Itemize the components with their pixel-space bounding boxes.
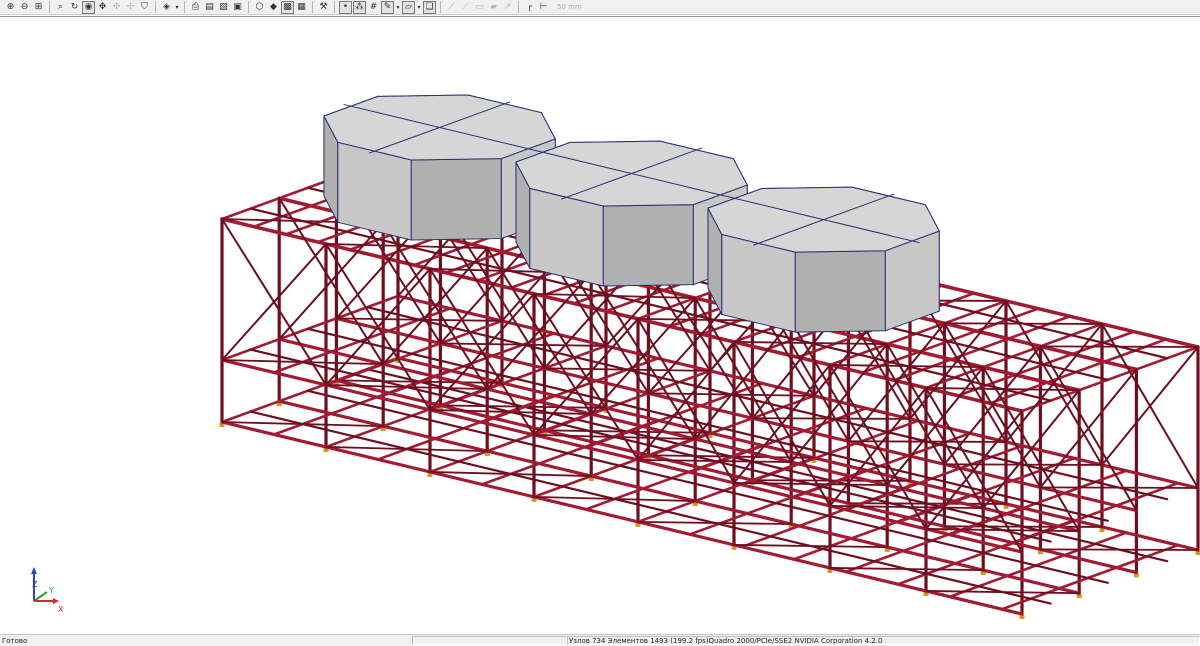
toolbar-separator	[155, 1, 156, 13]
toolbar-separator	[334, 1, 335, 13]
document-icon[interactable]: ▧	[217, 1, 230, 14]
grid-icon[interactable]: #	[367, 1, 380, 14]
corner-icon[interactable]: ┌	[523, 1, 536, 14]
nodes-icon[interactable]: ⁂	[353, 0, 366, 14]
zoom-window-icon[interactable]: ⊞	[32, 1, 45, 14]
toolbar-separator	[518, 1, 519, 13]
toolbar-separator	[312, 1, 313, 13]
cube-shaded-icon[interactable]: ▩	[281, 0, 294, 14]
dropdown-arrow-icon[interactable]: ▾	[416, 4, 422, 11]
toolbar: ⊕ ⊖ ⊞ ⌕ ↻ ◉ ✥ ✣ ✢ ⛉ ◈ ▾ ⎙ ▤ ▧ ▣ ⬡ ◆ ▩ ▦ ⚒ • ⁂ # ✎ ▾ ▱ ▾ ❏ ⟋ ⟋ ▭ ▰ ↗ ┌ ⊢ 50 m…	[0, 0, 1200, 15]
cube-icon[interactable]: ▦	[295, 1, 308, 14]
axis-triad: Z Y X	[31, 567, 64, 614]
status-model-info: Узлов 734 Элементов 1493 (199.2 fps)Quad…	[569, 637, 883, 645]
view-cube-icon[interactable]: ◈	[160, 1, 173, 14]
eraser-icon[interactable]: ▱	[402, 0, 415, 14]
axis-x-label: X	[58, 605, 64, 614]
toolbar-separator	[440, 1, 441, 13]
cooling-tank	[707, 186, 940, 333]
save-icon[interactable]: ▣	[231, 1, 244, 14]
select-nodes-icon[interactable]: ✣	[110, 1, 123, 14]
print-icon[interactable]: ⎙	[189, 1, 202, 14]
scale-label: 50 mm	[557, 3, 582, 11]
erase-disabled-icon[interactable]: ▰	[487, 1, 500, 14]
point-icon[interactable]: •	[339, 0, 352, 14]
zoom-all-icon[interactable]: ⌕	[54, 1, 67, 14]
structure-model[interactable]	[0, 17, 1200, 635]
3d-viewport[interactable]: Z Y X	[0, 16, 1200, 635]
wand-disabled-icon[interactable]: ⟋	[445, 1, 458, 14]
zoom-out-icon[interactable]: ⊖	[18, 1, 31, 14]
toolbar-separator	[248, 1, 249, 13]
magic-wand-icon[interactable]: ⚒	[317, 1, 330, 14]
arrow-disabled-icon[interactable]: ↗	[501, 1, 514, 14]
pencil-icon[interactable]: ✎	[381, 0, 394, 14]
pan-icon[interactable]: ✥	[96, 1, 109, 14]
status-ready-text: Готово	[2, 637, 28, 645]
toolbar-separator	[184, 1, 185, 13]
layers-icon[interactable]: ❏	[423, 0, 436, 14]
print-preview-icon[interactable]: ▤	[203, 1, 216, 14]
dropdown-arrow-icon[interactable]: ▾	[395, 4, 401, 11]
zoom-dynamic-icon[interactable]: ◉	[82, 0, 95, 14]
line-disabled-icon[interactable]: ⟋	[459, 1, 472, 14]
axis-z-label: Z	[32, 580, 38, 589]
zoom-in-icon[interactable]: ⊕	[4, 1, 17, 14]
model-icon[interactable]: ⬡	[253, 1, 266, 14]
filled-cube-icon[interactable]: ◆	[267, 1, 280, 14]
rect-disabled-icon[interactable]: ▭	[473, 1, 486, 14]
toolbar-separator	[49, 1, 50, 13]
status-panel-empty	[412, 636, 567, 645]
select-elements-icon[interactable]: ✢	[124, 1, 137, 14]
rotate-icon[interactable]: ↻	[68, 1, 81, 14]
dropdown-arrow-icon[interactable]: ▾	[174, 4, 180, 11]
axis-y-label: Y	[48, 586, 54, 595]
shield-icon[interactable]: ⛉	[138, 1, 151, 14]
status-bar: Готово Узлов 734 Элементов 1493 (199.2 f…	[0, 634, 1200, 646]
scale-icon[interactable]: ⊢	[537, 1, 550, 14]
